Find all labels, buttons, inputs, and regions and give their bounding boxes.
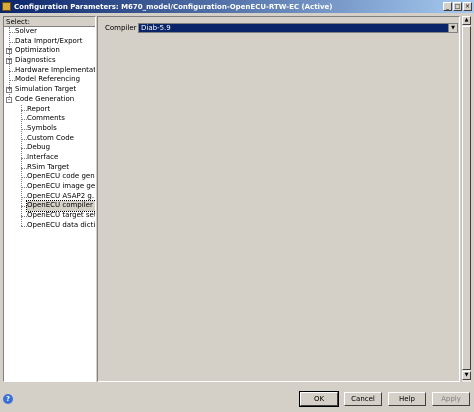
tree-item[interactable]: Comments bbox=[4, 114, 95, 124]
tree-item-label: OpenECU data dicti... bbox=[27, 220, 96, 229]
scroll-thumb[interactable] bbox=[462, 26, 471, 370]
tree-item-label: Interface bbox=[27, 152, 59, 161]
tree-item-label: Comments bbox=[27, 114, 65, 123]
tree-item-label: Model Referencing bbox=[15, 75, 81, 84]
tree-item-label: Diagnostics bbox=[15, 56, 56, 65]
tree-item[interactable]: + Optimization bbox=[4, 46, 95, 56]
tree-item[interactable]: Symbols bbox=[4, 124, 95, 134]
tree-item[interactable]: OpenECU compiler ... bbox=[4, 200, 95, 213]
help-button[interactable]: Help bbox=[388, 392, 426, 406]
tree-item-label: Report bbox=[27, 104, 51, 113]
window-controls: _ □ × bbox=[443, 2, 472, 11]
tree-item-label: Debug bbox=[27, 143, 51, 152]
tree-item[interactable]: OpenECU code gen... bbox=[4, 172, 95, 182]
tree-item[interactable]: Data Import/Export bbox=[4, 37, 95, 47]
tree-item[interactable]: Hardware Implementat... bbox=[4, 66, 95, 76]
settings-tree-pane: Select: Solver Data Import/Export + Optimiz… bbox=[3, 16, 96, 382]
tree-item-label: Custom Code bbox=[27, 133, 74, 142]
tree-item-label: Data Import/Export bbox=[15, 36, 83, 45]
tree-item-label: RSim Target bbox=[27, 162, 69, 171]
tree-item[interactable]: + Simulation Target bbox=[4, 85, 95, 95]
select-label: Select: bbox=[4, 17, 95, 27]
title-bar: Configuration Parameters: M670_model/Con… bbox=[0, 0, 474, 13]
tree-item-label: Solver bbox=[15, 27, 37, 35]
tree-item[interactable]: - Code Generation bbox=[4, 95, 95, 105]
compiler-label: Compiler bbox=[105, 24, 137, 32]
tree-item[interactable]: + Diagnostics bbox=[4, 56, 95, 66]
tree-item-label: OpenECU image ge... bbox=[27, 182, 96, 190]
tree-item[interactable]: OpenECU ASAP2 g... bbox=[4, 192, 95, 202]
vertical-scrollbar[interactable]: ▲ ▼ bbox=[461, 16, 471, 382]
minimize-button[interactable]: _ bbox=[443, 2, 452, 11]
close-button[interactable]: × bbox=[463, 2, 472, 11]
cancel-button[interactable]: Cancel bbox=[344, 392, 382, 406]
tree-guide bbox=[9, 27, 10, 97]
ok-button[interactable]: OK bbox=[299, 391, 339, 407]
tree-item[interactable]: Report bbox=[4, 105, 95, 115]
settings-tree: Solver Data Import/Export + Optimization + Di… bbox=[4, 27, 95, 230]
tree-item-label: Simulation Target bbox=[15, 85, 77, 94]
tree-item-label: OpenECU code gen... bbox=[27, 172, 96, 181]
compiler-select[interactable]: Diab-5.9 ▼ bbox=[138, 23, 458, 33]
chevron-down-icon[interactable]: ▼ bbox=[448, 24, 457, 32]
tree-item[interactable]: Model Referencing bbox=[4, 75, 95, 85]
tree-item[interactable]: Debug bbox=[4, 143, 95, 153]
tree-item-label: OpenECU ASAP2 g... bbox=[27, 191, 96, 200]
help-icon[interactable]: ? bbox=[3, 394, 13, 404]
tree-item-label: Hardware Implementat... bbox=[15, 65, 96, 74]
apply-button[interactable]: Apply bbox=[432, 392, 470, 406]
tree-item[interactable]: OpenECU image ge... bbox=[4, 182, 95, 192]
tree-item-label: Code Generation bbox=[15, 94, 75, 103]
button-bar: ? OK Cancel Help Apply bbox=[0, 389, 474, 412]
tree-guide bbox=[21, 104, 22, 226]
tree-item[interactable]: Solver bbox=[4, 27, 95, 37]
collapse-icon[interactable]: - bbox=[6, 96, 12, 103]
window-title: Configuration Parameters: M670_model/Con… bbox=[14, 2, 333, 11]
maximize-button[interactable]: □ bbox=[453, 2, 462, 11]
tree-item-label: OpenECU target set... bbox=[27, 211, 96, 220]
tree-item-label: Optimization bbox=[15, 46, 60, 55]
tree-item[interactable]: OpenECU data dicti... bbox=[4, 221, 95, 231]
tree-item[interactable]: Custom Code bbox=[4, 134, 95, 144]
tree-item-label: Symbols bbox=[27, 123, 57, 132]
scroll-down-icon[interactable]: ▼ bbox=[462, 371, 471, 380]
settings-panel: Compiler Diab-5.9 ▼ bbox=[97, 16, 460, 382]
tree-item[interactable]: RSim Target bbox=[4, 163, 95, 173]
scroll-up-icon[interactable]: ▲ bbox=[462, 16, 471, 25]
tree-item[interactable]: Interface bbox=[4, 153, 95, 163]
tree-item-label: OpenECU compiler ... bbox=[26, 200, 95, 213]
tree-item[interactable]: OpenECU target set... bbox=[4, 211, 95, 221]
app-icon bbox=[2, 2, 11, 11]
compiler-select-value: Diab-5.9 bbox=[141, 24, 171, 32]
